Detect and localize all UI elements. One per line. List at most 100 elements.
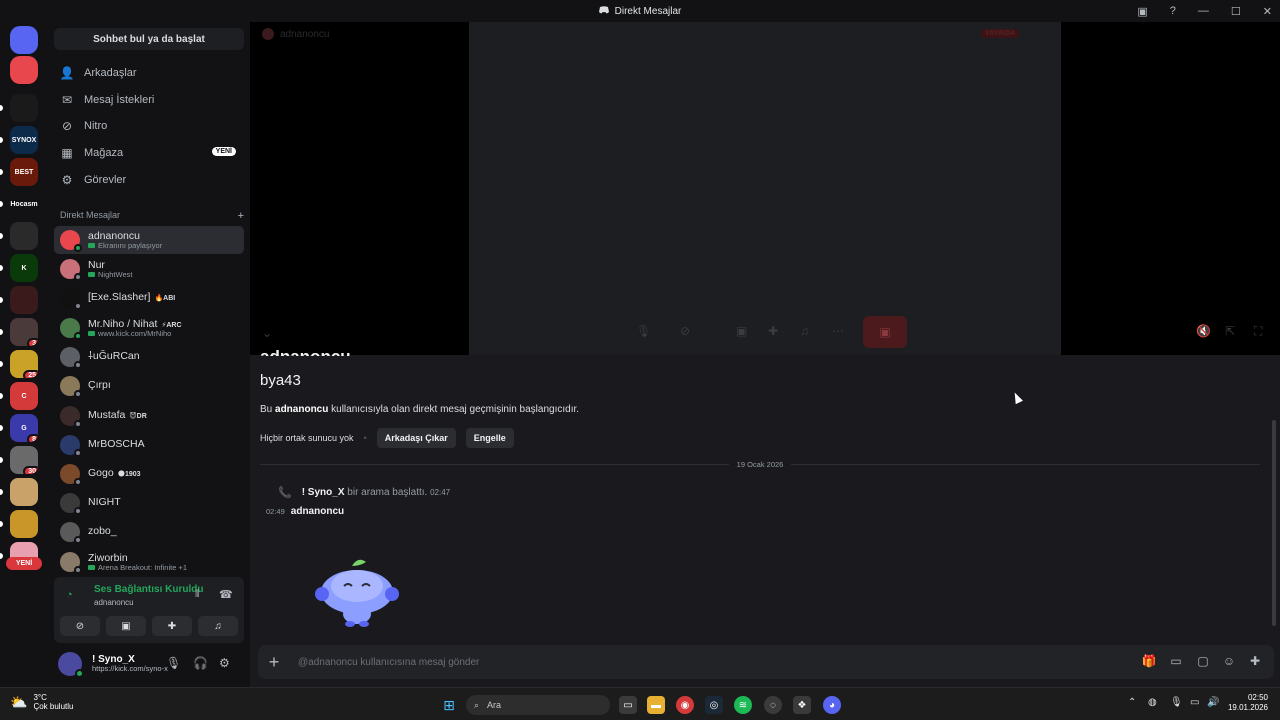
plus-icon[interactable]: + <box>238 210 244 222</box>
dm-item[interactable]: Mustafa 😈DR <box>54 402 244 430</box>
voice-status[interactable]: Ses Bağlantısı Kuruldu <box>94 584 203 595</box>
gift-icon[interactable]: 🎁 <box>1142 654 1157 668</box>
nav-quests[interactable]: ⚙ Görevler <box>54 168 244 192</box>
new-servers-badge[interactable]: YENİ <box>6 557 42 570</box>
server-icon[interactable]: C <box>10 382 38 410</box>
app-icon[interactable]: ❖ <box>793 696 811 714</box>
server-icon[interactable]: 30 <box>10 446 38 474</box>
server-icon[interactable]: G8 <box>10 414 38 442</box>
discord-dm-icon[interactable] <box>10 56 38 84</box>
tray-app-icon[interactable]: ◍ <box>1148 697 1157 708</box>
dm-item[interactable]: Çırpı <box>54 372 244 400</box>
headphones-icon[interactable]: 🎧 <box>193 656 208 670</box>
obs-icon[interactable]: ◌ <box>764 696 782 714</box>
clock[interactable]: 02:50 19.01.2026 <box>1228 693 1268 714</box>
start-icon[interactable]: ⊞ <box>440 696 458 714</box>
camera-icon[interactable]: ⊘ <box>680 324 690 338</box>
inbox-icon[interactable]: ▣ <box>1137 5 1147 18</box>
microphone-icon[interactable]: 🎙 <box>166 656 181 670</box>
screen-share-button[interactable]: ▣ <box>106 616 146 636</box>
wumpus-sticker-icon[interactable] <box>312 552 402 628</box>
attach-plus-icon[interactable]: + <box>260 652 288 673</box>
server-icon[interactable] <box>10 510 38 538</box>
nav-shop[interactable]: ▦ Mağaza YENİ <box>54 141 244 165</box>
guild-tag: 😈DR <box>129 413 147 421</box>
stream-viewer[interactable]: adnanoncu YAYINDA 🎙 ⊘ ▣ ✚ ♫ ⋯ ▣ 🔇 ⇱ ⛶ ⌄ <box>250 22 1280 355</box>
spotify-icon[interactable]: ≋ <box>734 696 752 714</box>
dm-item[interactable]: Nur NightWest <box>54 255 244 283</box>
apps-icon[interactable]: ✚ <box>1248 654 1262 668</box>
tray-mic-icon[interactable]: 🎙 <box>1170 697 1183 708</box>
guild-tag: 🌑1903 <box>117 471 141 479</box>
dm-item[interactable]: Ziworbin Arena Breakout: Infinite +1 <box>54 548 244 576</box>
more-icon[interactable]: ⋯ <box>832 324 844 338</box>
dm-item[interactable]: zobo_ <box>54 518 244 546</box>
discord-taskbar-icon[interactable]: ◕ <box>823 696 841 714</box>
server-icon[interactable] <box>10 222 38 250</box>
find-conversation-button[interactable]: Sohbet bul ya da başlat <box>54 28 244 50</box>
chevron-down-icon[interactable]: ⌄ <box>262 326 272 340</box>
dm-item[interactable]: MrBOSCHA <box>54 431 244 459</box>
weather-widget[interactable]: ⛅ 3°C Çok bulutlu <box>10 693 73 711</box>
block-button[interactable]: Engelle <box>465 428 514 448</box>
tray-network-icon[interactable]: ▭ <box>1190 697 1199 708</box>
server-icon[interactable]: Hocasm <box>10 190 38 218</box>
server-icon[interactable]: 3 <box>10 318 38 346</box>
tray-chevron-icon[interactable]: ⌃ <box>1128 697 1136 708</box>
emoji-icon[interactable]: ☺ <box>1222 654 1236 668</box>
server-icon[interactable] <box>10 478 38 506</box>
screen-share-icon[interactable]: ▣ <box>736 324 747 338</box>
volume-muted-icon[interactable]: 🔇 <box>1196 324 1211 338</box>
voice-channel[interactable]: adnanoncu <box>94 598 134 607</box>
noise-suppression-icon[interactable]: ⦀ <box>195 589 199 600</box>
dm-item[interactable]: [Exe.Slasher] 🔥ABI <box>54 284 244 312</box>
gif-icon[interactable]: ▭ <box>1169 654 1183 668</box>
server-icon[interactable] <box>10 94 38 122</box>
server-icon[interactable]: BEST <box>10 158 38 186</box>
dm-item[interactable]: ⸸uĞuRCan <box>54 343 244 371</box>
chat-scrollbar[interactable] <box>1272 420 1276 626</box>
steam-icon[interactable]: ◎ <box>705 696 723 714</box>
remove-friend-button[interactable]: Arkadaşı Çıkar <box>376 428 456 448</box>
maximize-button[interactable]: ☐ <box>1231 5 1241 18</box>
dm-item[interactable]: NIGHT <box>54 489 244 517</box>
sticker-icon[interactable]: ▢ <box>1196 654 1210 668</box>
fullscreen-icon[interactable]: ⛶ <box>1254 324 1262 339</box>
help-icon[interactable]: ? <box>1170 5 1176 17</box>
nav-friends[interactable]: 👤 Arkadaşlar <box>54 61 244 85</box>
popout-icon[interactable]: ⇱ <box>1225 324 1235 338</box>
message-input[interactable]: @adnanoncu kullanıcısına mesaj gönder <box>298 657 479 668</box>
user-info[interactable]: ! Syno_X https://kick.com/syno-x <box>92 654 168 674</box>
date-label: 19 Ocak 2026 <box>736 460 784 469</box>
dm-item[interactable]: adnanoncu Ekranını paylaşıyor <box>54 226 244 254</box>
message-author[interactable]: adnanoncu <box>291 506 344 517</box>
close-button[interactable]: ✕ <box>1263 5 1272 18</box>
file-explorer-icon[interactable]: ▬ <box>647 696 665 714</box>
taskbar-search[interactable]: ⌕ Ara <box>466 695 610 715</box>
soundboard-icon[interactable]: ♫ <box>800 324 809 338</box>
nav-nitro[interactable]: ⊘ Nitro <box>54 114 244 138</box>
task-view-icon[interactable]: ▭ <box>619 696 637 714</box>
server-icon[interactable]: K <box>10 254 38 282</box>
server-icon[interactable] <box>10 286 38 314</box>
server-icon[interactable]: 25 <box>10 350 38 378</box>
stop-streaming-button[interactable]: ▣ <box>863 316 907 348</box>
call-user[interactable]: ! Syno_X <box>302 487 345 498</box>
disconnect-icon[interactable]: ☎ <box>219 588 233 601</box>
soundboard-button[interactable]: ♫ <box>198 616 238 636</box>
user-avatar[interactable] <box>58 652 84 678</box>
minimize-button[interactable]: — <box>1198 5 1209 17</box>
activities-icon[interactable]: ✚ <box>768 324 778 338</box>
discord-home-icon[interactable] <box>10 26 38 54</box>
chrome-icon[interactable]: ◉ <box>676 696 694 714</box>
settings-gear-icon[interactable]: ⚙ <box>219 656 230 670</box>
call-time: 02:47 <box>430 488 451 497</box>
activities-button[interactable]: ✚ <box>152 616 192 636</box>
camera-off-button[interactable]: ⊘ <box>60 616 100 636</box>
tray-volume-icon[interactable]: 🔊 <box>1207 697 1219 708</box>
server-icon[interactable]: SYNOX <box>10 126 38 154</box>
mic-icon[interactable]: 🎙 <box>636 324 651 338</box>
nav-message-requests[interactable]: ✉ Mesaj İstekleri <box>54 88 244 112</box>
dm-item[interactable]: Mr.Niho / Nihat ⚡ARC www.kick.com/MrNiho <box>54 314 244 342</box>
dm-item[interactable]: Gogo 🌑1903 <box>54 460 244 488</box>
